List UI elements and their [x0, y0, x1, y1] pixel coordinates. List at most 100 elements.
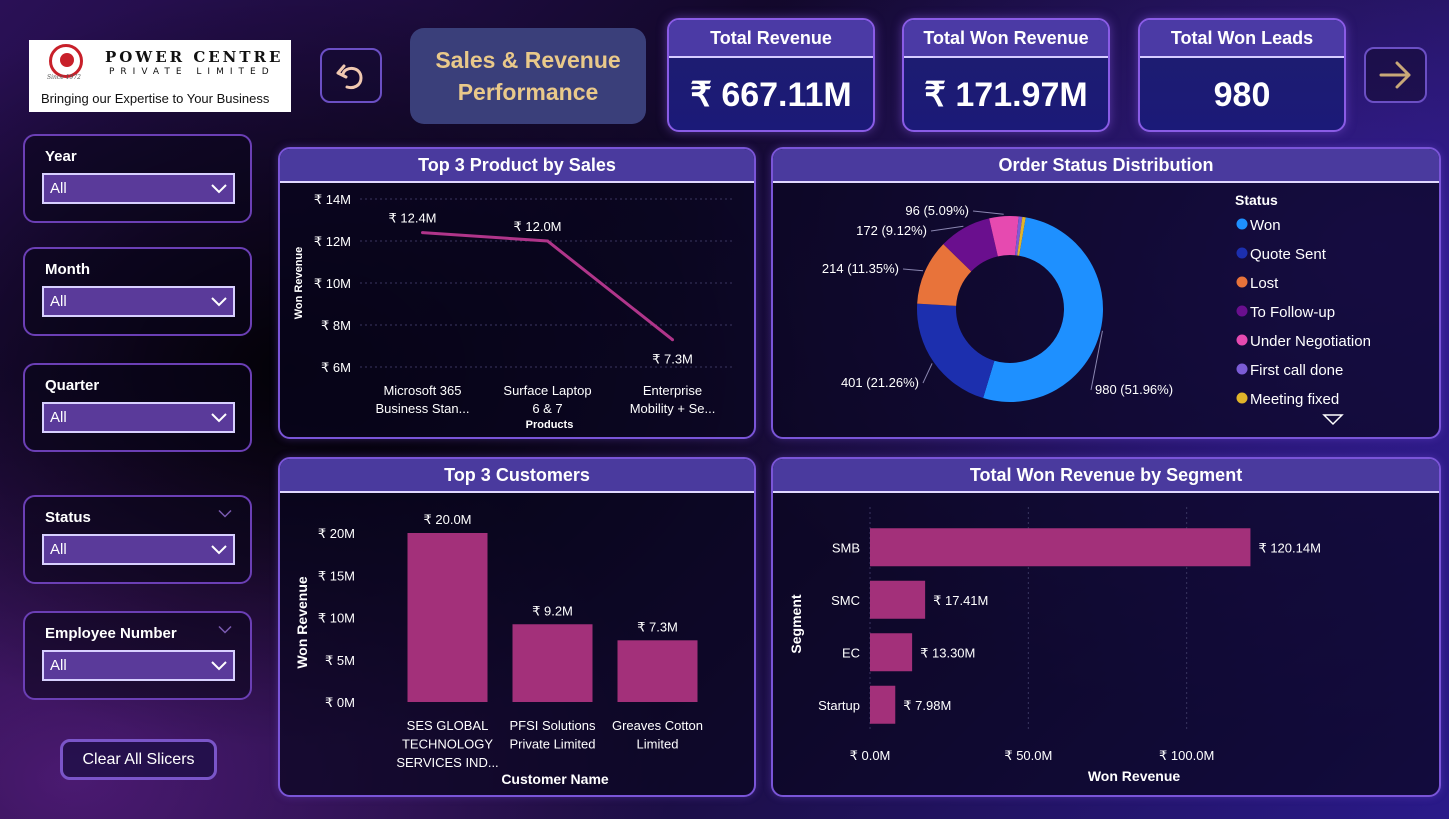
- data-label: 214 (11.35%): [822, 261, 899, 276]
- bar: [870, 528, 1251, 567]
- legend-label: Under Negotiation: [1250, 333, 1371, 350]
- x-tick-label: Microsoft 365: [383, 383, 461, 398]
- legend-marker: [1236, 363, 1248, 375]
- legend-label: First call done: [1250, 362, 1343, 379]
- kpi-value: ₹ 667.11M: [690, 76, 852, 114]
- chevron-down-icon: [211, 296, 227, 306]
- data-label: 980 (51.96%): [1095, 382, 1173, 397]
- forward-button[interactable]: [1364, 47, 1427, 103]
- legend-label: Quote Sent: [1250, 246, 1327, 263]
- y-tick-label: SMC: [831, 593, 860, 608]
- page-title: Sales & Revenue Performance: [410, 28, 646, 124]
- x-tick-label: PFSI Solutions: [510, 718, 596, 733]
- y-tick-label: SMB: [832, 540, 860, 555]
- logo-subtitle: PRIVATE LIMITED: [109, 67, 275, 77]
- leader-line: [922, 363, 933, 384]
- kpi-value: 980: [1213, 75, 1271, 114]
- kpi-total-won-revenue: Total Won Revenue ₹ 171.97M: [902, 18, 1110, 132]
- slicer-label: Year: [45, 148, 77, 165]
- kpi-value: ₹ 171.97M: [924, 76, 1088, 114]
- data-label: ₹ 120.14M: [1258, 540, 1320, 555]
- y-tick-label: ₹ 15M: [318, 568, 355, 583]
- data-label: ₹ 12.0M: [513, 219, 561, 234]
- bar: [870, 685, 896, 724]
- data-label: ₹ 7.3M: [652, 352, 693, 367]
- legend-label: Won: [1250, 217, 1281, 234]
- legend-label: Meeting fixed: [1250, 391, 1339, 408]
- data-label: ₹ 12.4M: [388, 211, 436, 226]
- quarter-dropdown[interactable]: All: [42, 402, 235, 433]
- dropdown-value: All: [50, 657, 67, 674]
- employee-number-dropdown[interactable]: All: [42, 650, 235, 681]
- chevron-down-icon: [211, 544, 227, 554]
- kpi-label: Total Won Leads: [1140, 20, 1344, 58]
- legend-title: Status: [1235, 192, 1278, 208]
- data-label: 401 (21.26%): [841, 375, 919, 390]
- x-tick-label: Surface Laptop: [503, 383, 591, 398]
- legend-marker: [1236, 392, 1248, 404]
- x-tick-label: SERVICES IND...: [396, 755, 498, 770]
- x-tick-label: ₹ 100.0M: [1159, 748, 1214, 763]
- dropdown-value: All: [50, 180, 67, 197]
- data-label: ₹ 9.2M: [532, 603, 573, 618]
- data-label: 96 (5.09%): [905, 203, 969, 218]
- dropdown-value: All: [50, 409, 67, 426]
- y-tick-label: ₹ 0M: [325, 695, 355, 710]
- slicer-label: Quarter: [45, 377, 100, 394]
- slicer-label: Status: [45, 509, 91, 526]
- bar: [617, 640, 698, 702]
- bar: [407, 533, 488, 702]
- data-label: ₹ 17.41M: [933, 593, 988, 608]
- leader-line: [902, 268, 924, 272]
- x-tick-label: Limited: [637, 737, 679, 752]
- slicer-label: Employee Number: [45, 625, 177, 642]
- status-dropdown[interactable]: All: [42, 534, 235, 565]
- leader-line: [930, 225, 964, 232]
- y-tick-label: ₹ 5M: [325, 653, 355, 668]
- x-tick-label: 6 & 7: [532, 401, 562, 416]
- y-tick-label: EC: [842, 645, 860, 660]
- bar: [512, 624, 593, 702]
- forward-arrow-icon: [1379, 61, 1410, 89]
- legend-marker: [1236, 218, 1248, 230]
- slicer-month: Month All: [23, 247, 252, 336]
- data-point: [421, 231, 424, 235]
- clear-all-slicers-button[interactable]: Clear All Slicers: [60, 739, 217, 780]
- y-tick-label: ₹ 14M: [314, 192, 351, 207]
- kpi-label: Total Revenue: [669, 20, 873, 58]
- logo-name: POWER CENTRE: [105, 48, 284, 66]
- y-axis-title: Won Revenue: [294, 576, 310, 669]
- month-dropdown[interactable]: All: [42, 286, 235, 317]
- x-tick-label: TECHNOLOGY: [402, 737, 493, 752]
- legend-marker: [1236, 247, 1248, 259]
- collapse-chevron-icon[interactable]: [218, 507, 232, 521]
- legend-label: To Follow-up: [1250, 304, 1335, 321]
- x-tick-label: Business Stan...: [376, 401, 470, 416]
- x-tick-label: Greaves Cotton: [612, 718, 703, 733]
- chevron-down-icon: [211, 412, 227, 422]
- legend-label: Lost: [1250, 275, 1279, 292]
- slicer-year: Year All: [23, 134, 252, 223]
- chevron-down-icon: [211, 660, 227, 670]
- legend-marker: [1236, 276, 1248, 288]
- back-arrow-icon: [336, 64, 363, 89]
- y-tick-label: ₹ 10M: [318, 611, 355, 626]
- legend-marker: [1236, 334, 1248, 346]
- logo-mark-icon: [49, 44, 83, 78]
- x-axis-title: Customer Name: [501, 771, 609, 787]
- data-label: 172 (9.12%): [856, 223, 927, 238]
- y-tick-label: Startup: [818, 698, 860, 713]
- data-label: ₹ 13.30M: [920, 645, 975, 660]
- top-customers-chart: ₹ 0M ₹ 5M ₹ 10M ₹ 15M ₹ 20M Won Revenue ₹ 20.0…: [294, 512, 703, 787]
- slicer-quarter: Quarter All: [23, 363, 252, 452]
- back-button[interactable]: [320, 48, 382, 103]
- bar: [870, 580, 926, 619]
- dropdown-value: All: [50, 293, 67, 310]
- year-dropdown[interactable]: All: [42, 173, 235, 204]
- data-label: ₹ 20.0M: [423, 512, 471, 527]
- y-tick-label: ₹ 6M: [321, 360, 351, 375]
- x-tick-label: SES GLOBAL: [407, 718, 489, 733]
- kpi-total-won-leads: Total Won Leads 980: [1138, 18, 1346, 132]
- collapse-chevron-icon[interactable]: [218, 623, 232, 637]
- leader-line: [972, 210, 1004, 215]
